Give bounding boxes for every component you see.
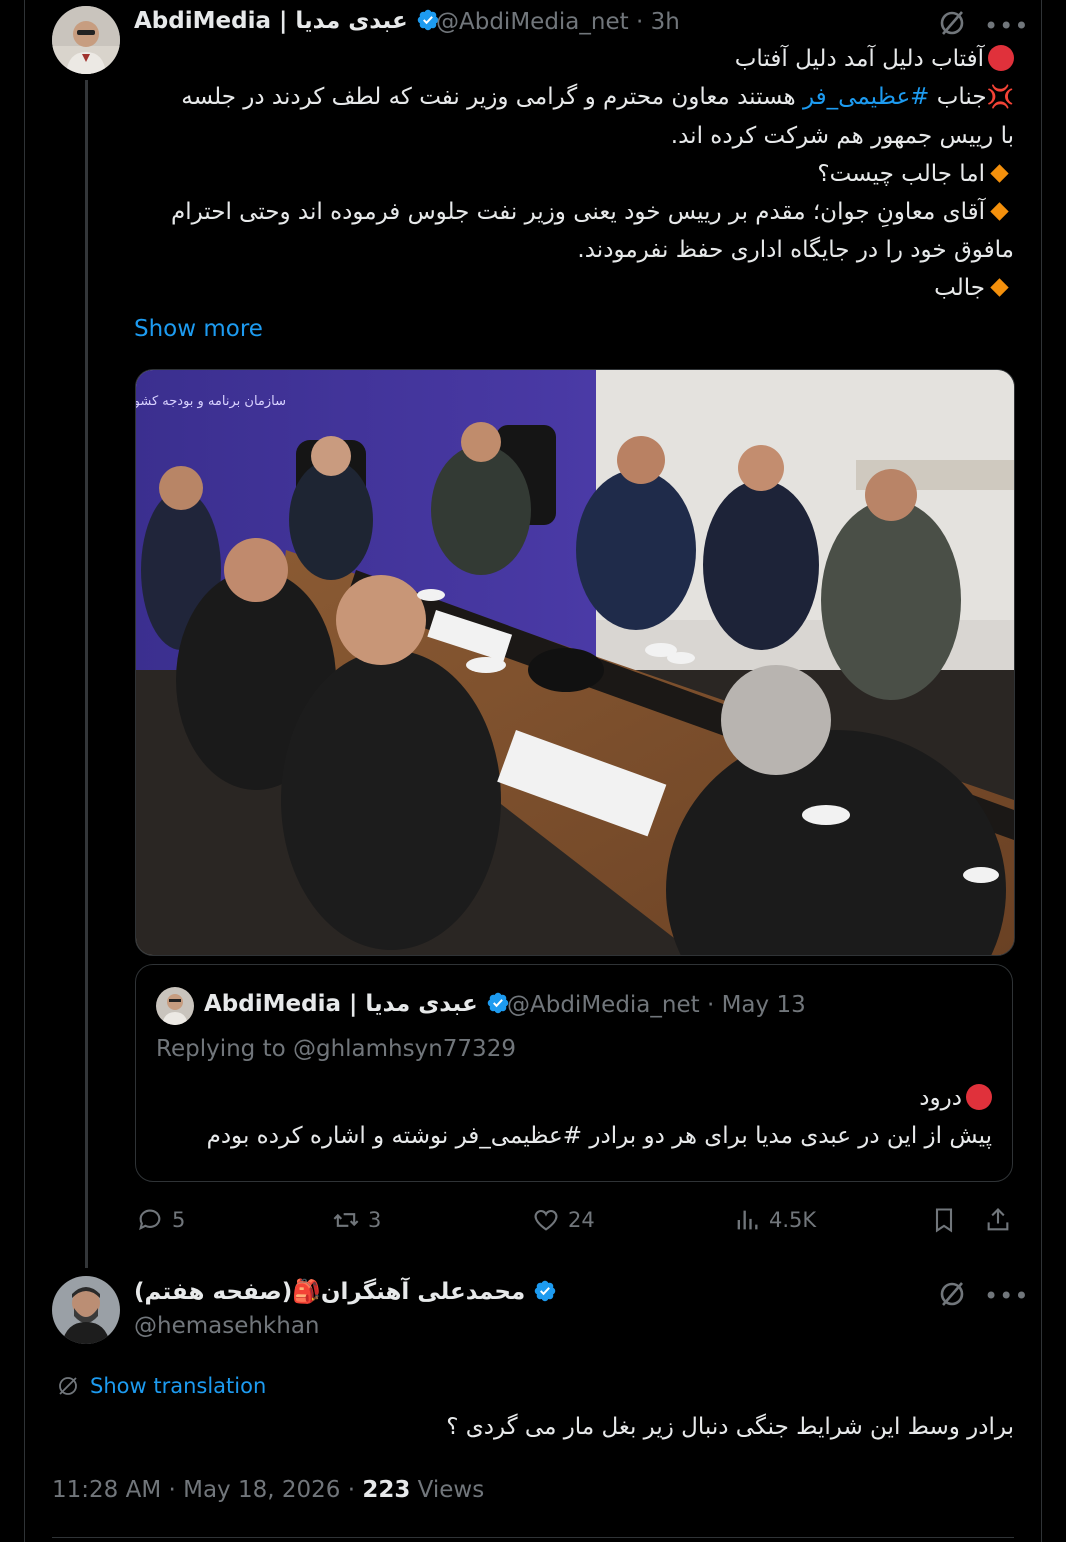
tweet-line-6: مافوق خود را در جایگاه اداری حفظ نفرمودن… bbox=[577, 237, 1014, 263]
tweet-line-1: آفتاب دلیل آمد دلیل آفتاب bbox=[130, 40, 1014, 78]
like-button[interactable]: 24 bbox=[532, 1202, 595, 1238]
retweet-icon bbox=[333, 1213, 359, 1227]
author-avatar[interactable] bbox=[52, 6, 120, 74]
more-options-icon[interactable]: ••• bbox=[984, 1282, 1029, 1310]
author-handle-time[interactable]: @AbdiMedia_net · 3h bbox=[436, 9, 680, 35]
bookmark-icon bbox=[935, 1208, 953, 1233]
quote-text: درود پیش از این در عبدی مدیا برای هر دو … bbox=[156, 1079, 992, 1155]
grok-icon[interactable] bbox=[937, 8, 967, 42]
reply-button[interactable]: 5 bbox=[136, 1202, 185, 1238]
views-button[interactable]: 4.5K bbox=[733, 1202, 816, 1238]
grok-icon[interactable] bbox=[937, 1279, 967, 1313]
tweet-line-7: جالب bbox=[130, 269, 1014, 307]
tweet-line-2: 💢جناب #عظیمی_فر هستند معاون محترم و گرام… bbox=[130, 78, 1014, 117]
verified-badge-icon bbox=[534, 1280, 556, 1302]
column-border-left bbox=[24, 0, 25, 1542]
thread-connector-line bbox=[85, 80, 88, 1268]
bookmark-button[interactable] bbox=[930, 1202, 966, 1238]
reply-timestamp[interactable]: 11:28 AM · May 18, 2026 · 223 Views bbox=[52, 1477, 484, 1503]
tweet-line-5: آقای معاونِ جوان؛ مقدم بر رییس خود یعنی … bbox=[130, 193, 1014, 231]
media-wall-text: سازمان برنامه و بودجه کشور bbox=[136, 394, 286, 409]
reply-author-name[interactable]: محمدعلی آهنگران🎒(صفحه هفتم) bbox=[134, 1278, 557, 1305]
author-name[interactable]: AbdiMedia | عبدی مدیا bbox=[134, 8, 440, 34]
tweet-line-4: اما جالب چیست؟ bbox=[130, 155, 1014, 193]
bottom-divider bbox=[52, 1537, 1014, 1538]
show-translation-label[interactable]: Show translation bbox=[90, 1374, 266, 1398]
share-icon bbox=[987, 1208, 1009, 1231]
column-border-right bbox=[1041, 0, 1042, 1542]
heart-icon bbox=[534, 1209, 558, 1231]
red-circle-emoji-icon bbox=[988, 45, 1014, 71]
show-more-link[interactable]: Show more bbox=[134, 316, 263, 342]
quote-handle-time: @AbdiMedia_net · May 13 bbox=[507, 992, 806, 1018]
share-button[interactable] bbox=[984, 1202, 1020, 1238]
hashtag-link[interactable]: #عظیمی_فر bbox=[803, 84, 929, 110]
orange-diamond-icon bbox=[990, 164, 1009, 183]
orange-diamond-icon bbox=[990, 278, 1009, 297]
quote-avatar[interactable] bbox=[156, 987, 194, 1025]
reply-icon bbox=[139, 1209, 161, 1231]
quote-line-2: پیش از این در عبدی مدیا برای هر دو برادر… bbox=[206, 1123, 992, 1149]
orange-diamond-icon bbox=[990, 202, 1009, 221]
more-options-icon[interactable]: ••• bbox=[984, 12, 1029, 40]
retweet-button[interactable]: 3 bbox=[332, 1202, 381, 1238]
views-chart-icon bbox=[737, 1210, 758, 1230]
tweet-text: آفتاب دلیل آمد دلیل آفتاب 💢جناب #عظیمی_ف… bbox=[130, 40, 1014, 307]
red-circle-emoji-icon bbox=[966, 1084, 992, 1110]
views-count: 223 bbox=[362, 1477, 411, 1503]
reply-text: برادر وسط این شرایط جنگی دنبال زیر بغل م… bbox=[446, 1414, 1014, 1440]
quoted-tweet[interactable]: AbdiMedia | عبدی مدیا @AbdiMedia_net · M… bbox=[135, 964, 1013, 1182]
quote-line-1: درود bbox=[156, 1079, 992, 1117]
quote-replying-to[interactable]: Replying to @ghlamhsyn77329 bbox=[156, 1036, 516, 1062]
show-translation-button[interactable]: Show translation bbox=[56, 1374, 266, 1398]
translate-globe-icon bbox=[59, 1377, 77, 1395]
anger-symbol-icon: 💢 bbox=[986, 85, 1014, 110]
reply-author-handle[interactable]: @hemasehkhan bbox=[134, 1313, 320, 1339]
quote-author-name[interactable]: AbdiMedia | عبدی مدیا bbox=[204, 991, 510, 1017]
reply-author-avatar[interactable] bbox=[52, 1276, 120, 1344]
tweet-media-photo[interactable]: سازمان برنامه و بودجه کشور bbox=[135, 369, 1015, 956]
author-name-text[interactable]: AbdiMedia | عبدی مدیا bbox=[134, 8, 408, 34]
tweet-line-3: با رییس جمهور هم شرکت کرده اند. bbox=[670, 123, 1014, 149]
